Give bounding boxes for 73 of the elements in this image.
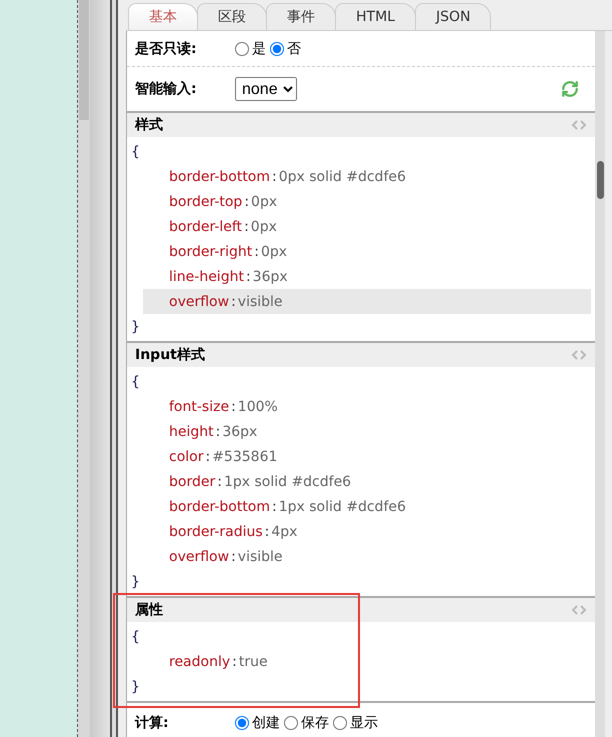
radio-button[interactable] xyxy=(270,42,284,56)
colon: : xyxy=(231,398,236,414)
property-name: border-radius xyxy=(169,524,263,540)
field-label: 计算: xyxy=(135,714,170,732)
tab[interactable]: JSON xyxy=(414,3,492,30)
property-value: 36px xyxy=(252,268,288,284)
colon: : xyxy=(231,548,236,564)
property-name: line-height xyxy=(169,268,244,284)
scrollbar[interactable] xyxy=(78,0,90,737)
property-value: true xyxy=(238,654,268,670)
property-name: border-left xyxy=(169,218,242,234)
field-label: 智能输入: xyxy=(135,80,198,98)
property-name: border-right xyxy=(169,244,252,260)
colon: : xyxy=(264,524,270,540)
brace: { xyxy=(131,144,140,160)
scrollbar-thumb[interactable] xyxy=(596,161,604,199)
property-name: color xyxy=(169,448,204,464)
option-label: 显示 xyxy=(350,714,378,732)
section-title: 样式 xyxy=(135,116,163,134)
brace: } xyxy=(131,678,140,694)
brace: { xyxy=(131,374,140,390)
radio-button[interactable] xyxy=(235,42,249,56)
colon: : xyxy=(232,654,237,670)
property-value: 1px solid #dcdfe6 xyxy=(224,474,352,490)
option-label: 是 xyxy=(252,40,266,58)
colon: : xyxy=(216,424,220,440)
property-name: overflow xyxy=(169,294,230,310)
refresh-icon[interactable] xyxy=(561,80,579,98)
option-label: 否 xyxy=(287,40,301,58)
property-value: visible xyxy=(238,294,283,310)
brace: { xyxy=(131,628,140,644)
field-label: 是否只读: xyxy=(135,40,198,58)
colon: : xyxy=(272,498,277,514)
splitter[interactable] xyxy=(110,0,118,737)
property-value: 0px xyxy=(251,194,278,210)
option-label: 保存 xyxy=(301,714,329,732)
brace: } xyxy=(131,318,140,334)
property-value: 0px solid #dcdfe6 xyxy=(278,168,406,184)
option-label: 创建 xyxy=(252,714,280,732)
property-value: 1px solid #dcdfe6 xyxy=(278,498,406,514)
property-value: 100% xyxy=(238,398,278,414)
property-value: 36px xyxy=(222,424,258,440)
property-value: 0px xyxy=(261,244,288,260)
colon: : xyxy=(244,194,250,210)
radio-button[interactable] xyxy=(235,716,249,730)
brace: } xyxy=(131,574,140,590)
colon: : xyxy=(254,244,259,260)
colon: : xyxy=(244,218,249,234)
property-value: visible xyxy=(238,548,283,564)
scrollbar-thumb[interactable] xyxy=(79,0,89,120)
colon: : xyxy=(205,448,210,464)
scrollbar[interactable] xyxy=(595,31,605,737)
property-name: border xyxy=(169,474,216,490)
property-value: 0px xyxy=(250,218,277,234)
section-title: 属性 xyxy=(135,601,163,619)
radio-button[interactable] xyxy=(333,716,347,730)
colon: : xyxy=(246,268,251,284)
property-name: border-bottom xyxy=(169,168,270,184)
property-name: height xyxy=(169,424,214,440)
colon: : xyxy=(217,474,222,490)
property-name: border-bottom xyxy=(169,498,270,514)
section-title: Input样式 xyxy=(135,346,205,364)
tab[interactable]: 基本 xyxy=(128,3,198,30)
property-value: #535861 xyxy=(212,448,278,464)
colon: : xyxy=(272,168,277,184)
property-value: 4px xyxy=(271,524,298,540)
property-name: readonly xyxy=(169,654,230,670)
property-name: font-size xyxy=(169,398,230,414)
dropdown[interactable]: none xyxy=(235,77,297,101)
radio-button[interactable] xyxy=(284,716,298,730)
colon: : xyxy=(231,294,236,310)
property-name: border-top xyxy=(169,194,242,210)
property-name: overflow xyxy=(169,548,230,564)
